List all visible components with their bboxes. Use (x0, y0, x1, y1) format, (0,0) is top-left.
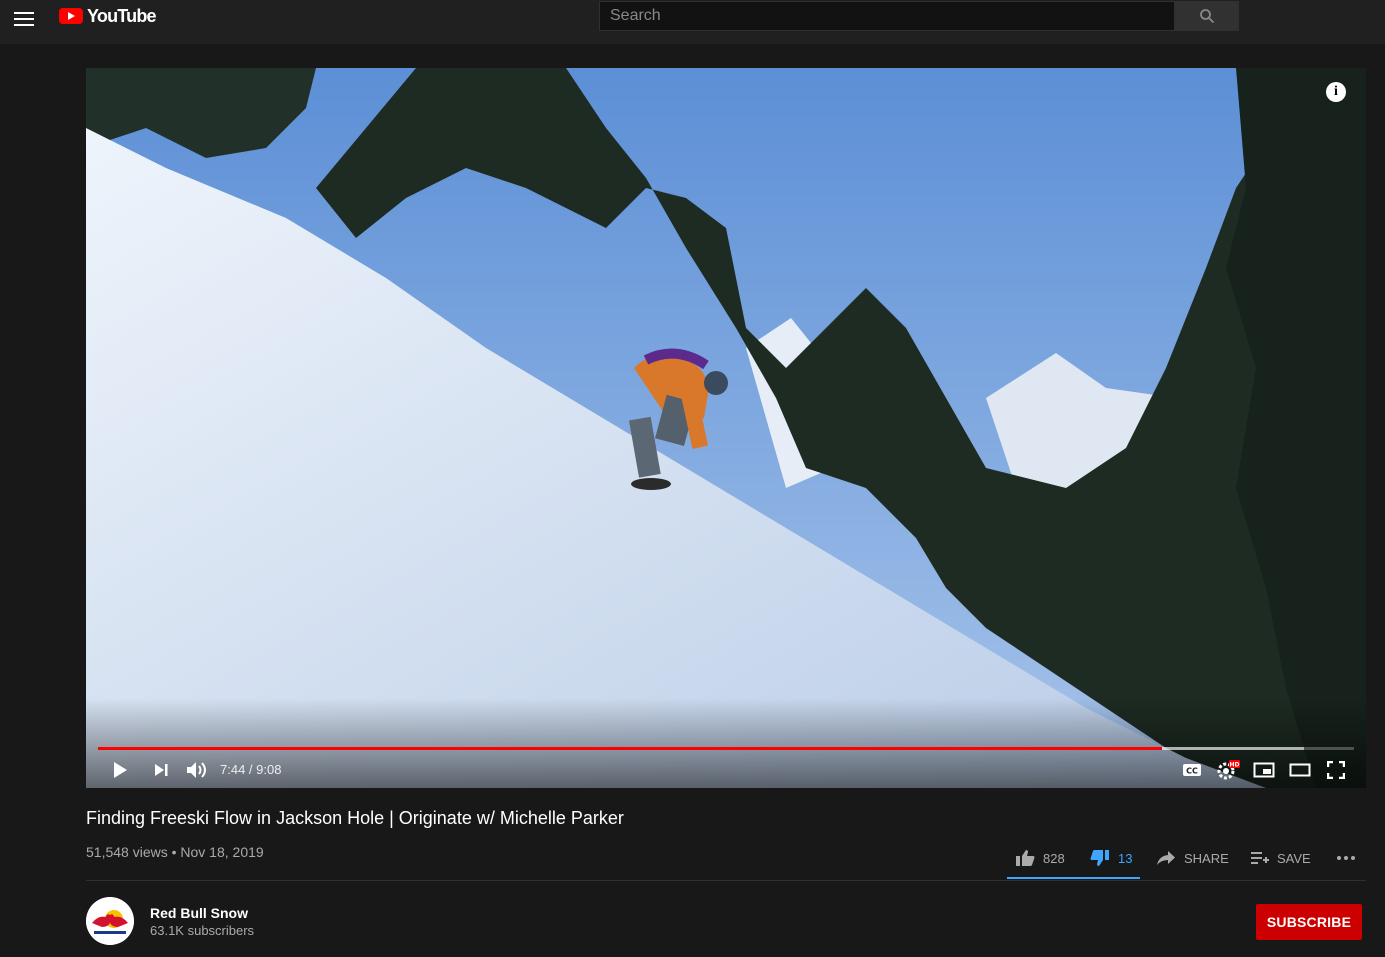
search-input[interactable] (599, 1, 1175, 31)
miniplayer-button[interactable] (1252, 758, 1276, 782)
search-icon (1200, 9, 1215, 24)
share-icon (1157, 851, 1175, 865)
video-views-date: 51,548 views • Nov 18, 2019 (86, 844, 264, 860)
subscriber-count: 63.1K subscribers (150, 923, 255, 938)
fullscreen-icon (1327, 761, 1345, 779)
share-button[interactable]: SHARE (1156, 842, 1229, 874)
playlist-add-icon (1251, 852, 1269, 864)
miniplayer-icon (1253, 762, 1275, 778)
menu-icon[interactable] (12, 8, 36, 32)
video-frame (86, 68, 1366, 788)
info-icon[interactable]: i (1326, 82, 1346, 102)
dislike-count: 13 (1118, 850, 1133, 866)
more-horizontal-icon (1337, 856, 1355, 860)
play-button[interactable] (108, 758, 132, 782)
channel-avatar[interactable] (86, 897, 134, 945)
search-button[interactable] (1175, 1, 1239, 31)
subscribe-button[interactable]: SUBSCRIBE (1256, 904, 1362, 940)
progress-bar[interactable] (98, 747, 1354, 750)
volume-button[interactable] (185, 758, 209, 782)
video-player[interactable]: i 7:44 / 9:08 CC HD (86, 68, 1366, 788)
thumbs-up-icon (1016, 850, 1035, 866)
save-button[interactable]: SAVE (1251, 842, 1311, 874)
settings-hd-icon: HD (1217, 760, 1240, 780)
more-actions-button[interactable] (1336, 842, 1364, 874)
like-button[interactable]: 828 (1015, 842, 1065, 874)
thumbs-down-icon (1090, 850, 1109, 866)
next-icon (155, 764, 168, 776)
logo-text: YouTube (87, 5, 157, 26)
red-bull-logo-icon (86, 897, 134, 945)
theater-mode-icon (1289, 763, 1311, 777)
time-display: 7:44 / 9:08 (220, 762, 282, 777)
fullscreen-button[interactable] (1324, 758, 1348, 782)
next-button[interactable] (149, 758, 173, 782)
svg-text:HD: HD (1229, 762, 1239, 769)
settings-button[interactable]: HD (1216, 758, 1240, 782)
theater-button[interactable] (1288, 758, 1312, 782)
divider (86, 880, 1366, 881)
youtube-logo[interactable]: YouTube (59, 5, 157, 26)
play-icon (114, 762, 127, 778)
save-label: SAVE (1277, 850, 1311, 866)
svg-text:CC: CC (1186, 767, 1198, 776)
share-label: SHARE (1184, 850, 1229, 866)
youtube-logo-icon (59, 8, 83, 24)
top-bar: YouTube (0, 0, 1385, 44)
progress-played (98, 747, 1162, 750)
captions-icon: CC (1183, 764, 1201, 776)
captions-button[interactable]: CC (1180, 758, 1204, 782)
volume-icon (187, 762, 206, 778)
search-bar (599, 1, 1239, 31)
sentiment-bar (1007, 877, 1140, 879)
like-count: 828 (1043, 850, 1065, 866)
channel-name[interactable]: Red Bull Snow (150, 905, 248, 921)
dislike-button[interactable]: 13 (1090, 842, 1132, 874)
video-title: Finding Freeski Flow in Jackson Hole | O… (86, 808, 624, 828)
